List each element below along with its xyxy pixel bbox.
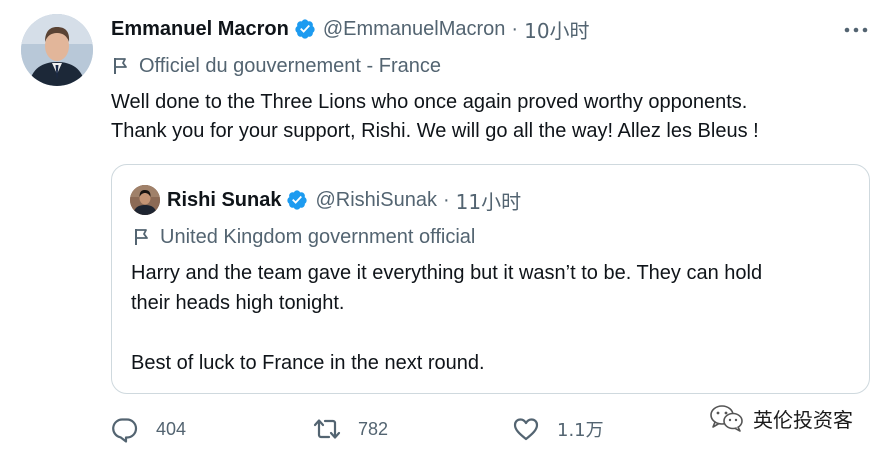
quoted-text-line: Harry and the team gave it everything bu… <box>131 262 763 284</box>
wechat-logo-icon <box>710 405 743 432</box>
reply-count: 404 <box>156 418 187 439</box>
watermark: 英伦投资客 <box>709 404 853 432</box>
government-label-text: Officiel du gouvernement - France <box>139 54 442 77</box>
reply-icon <box>112 418 138 443</box>
tweet-header: Emmanuel Macron @EmmanuelMacron · 10小时 <box>111 15 590 43</box>
quoted-tweet-card[interactable]: Rishi Sunak @RishiSunak · 11小时 United Ki… <box>111 164 870 394</box>
separator-dot: · <box>511 17 519 40</box>
watermark-text: 英伦投资客 <box>753 407 853 432</box>
like-button[interactable]: 1.1万 <box>512 412 604 446</box>
avatar-portrait <box>21 14 93 86</box>
reply-button[interactable]: 404 <box>111 412 186 446</box>
tweet-text-line: Well done to the Three Lions who once ag… <box>111 91 748 113</box>
quoted-government-label-text: United Kingdom government official <box>160 225 476 248</box>
quoted-tweet-time[interactable]: 11小时 <box>456 186 521 215</box>
like-count: 1.1万 <box>557 420 604 441</box>
flag-icon <box>114 58 127 74</box>
author-name[interactable]: Emmanuel Macron <box>111 18 289 41</box>
separator-dot: · <box>442 188 450 211</box>
tweet-text: Well done to the Three Lions who once ag… <box>111 88 871 146</box>
flag-icon <box>135 229 148 245</box>
author-avatar[interactable] <box>21 14 93 86</box>
quoted-tweet-header: Rishi Sunak @RishiSunak · 11小时 <box>167 185 521 215</box>
quoted-text-line: their heads high tonight. <box>131 292 345 314</box>
verified-badge-icon <box>286 189 308 211</box>
government-label[interactable]: Officiel du gouvernement - France <box>111 52 441 80</box>
author-handle[interactable]: @EmmanuelMacron <box>323 18 506 41</box>
quoted-author-avatar[interactable] <box>130 185 160 215</box>
quoted-author-name[interactable]: Rishi Sunak <box>167 189 281 212</box>
quoted-text-line: Best of luck to France in the next round… <box>131 352 485 374</box>
verified-badge-icon <box>294 18 316 40</box>
tweet-time[interactable]: 10小时 <box>524 15 589 44</box>
more-options-icon[interactable] <box>836 18 876 42</box>
tweet-text-line: Thank you for your support, Rishi. We wi… <box>111 120 759 142</box>
quoted-avatar-portrait <box>130 185 160 215</box>
retweet-count: 782 <box>358 418 389 439</box>
retweet-icon <box>313 419 341 439</box>
quoted-government-label[interactable]: United Kingdom government official <box>132 223 475 251</box>
quoted-tweet-text: Harry and the team gave it everything bu… <box>131 258 861 378</box>
heart-icon <box>513 418 539 441</box>
quoted-author-handle[interactable]: @RishiSunak <box>315 189 436 212</box>
retweet-button[interactable]: 782 <box>313 412 388 446</box>
